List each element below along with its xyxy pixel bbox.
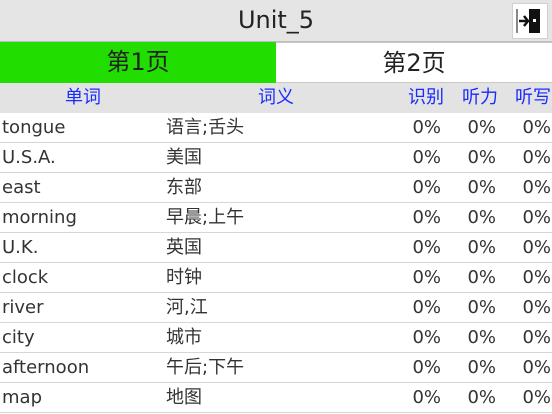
exit-button[interactable] [512,3,548,39]
table-row[interactable]: U.K. 英国 0% 0% 0% [0,233,552,263]
table-row[interactable]: clock 时钟 0% 0% 0% [0,263,552,293]
table-header: 单词 词义 识别 听力 听写 [0,83,552,113]
header-word[interactable]: 单词 [0,83,166,113]
word-cell: U.S.A. [2,147,56,168]
recognize-cell: 0% [412,357,441,378]
dictation-cell: 0% [522,207,551,228]
meaning-cell: 时钟 [166,267,202,288]
recognize-cell: 0% [412,117,441,138]
dictation-cell: 0% [522,237,551,258]
listen-cell: 0% [467,147,496,168]
recognize-cell: 0% [412,387,441,408]
word-cell: east [2,177,41,198]
listen-cell: 0% [467,357,496,378]
word-cell: clock [2,267,49,288]
table-row[interactable]: map 地图 0% 0% 0% [0,383,552,413]
recognize-cell: 0% [412,327,441,348]
recognize-cell: 0% [412,147,441,168]
table-row[interactable]: east 东部 0% 0% 0% [0,173,552,203]
listen-cell: 0% [467,387,496,408]
exit-door-icon [516,9,540,33]
page-tabs: 第1页 第2页 [0,42,552,83]
dictation-cell: 0% [522,117,551,138]
header-recognize[interactable]: 识别 [401,83,451,113]
meaning-cell: 语言;舌头 [166,117,245,138]
dictation-cell: 0% [522,387,551,408]
word-cell: city [2,327,35,348]
meaning-cell: 午后;下午 [166,357,245,378]
dictation-cell: 0% [522,357,551,378]
listen-cell: 0% [467,297,496,318]
dictation-cell: 0% [522,147,551,168]
dictation-cell: 0% [522,267,551,288]
table-row[interactable]: morning 早晨;上午 0% 0% 0% [0,203,552,233]
listen-cell: 0% [467,237,496,258]
word-cell: afternoon [2,357,90,378]
recognize-cell: 0% [412,297,441,318]
table-row[interactable]: tongue 语言;舌头 0% 0% 0% [0,113,552,143]
word-list: tongue 语言;舌头 0% 0% 0% U.S.A. 美国 0% 0% 0%… [0,113,552,413]
word-cell: morning [2,207,77,228]
recognize-cell: 0% [412,237,441,258]
word-cell: tongue [2,117,66,138]
word-cell: U.K. [2,237,39,258]
listen-cell: 0% [467,207,496,228]
recognize-cell: 0% [412,267,441,288]
table-row[interactable]: city 城市 0% 0% 0% [0,323,552,353]
table-row[interactable]: U.S.A. 美国 0% 0% 0% [0,143,552,173]
word-cell: river [2,297,44,318]
recognize-cell: 0% [412,207,441,228]
meaning-cell: 河,江 [166,297,208,318]
table-row[interactable]: afternoon 午后;下午 0% 0% 0% [0,353,552,383]
meaning-cell: 美国 [166,147,202,168]
window-title: Unit_5 [237,6,315,34]
table-row[interactable]: river 河,江 0% 0% 0% [0,293,552,323]
meaning-cell: 英国 [166,237,202,258]
listen-cell: 0% [467,117,496,138]
meaning-cell: 东部 [166,177,202,198]
listen-cell: 0% [467,327,496,348]
dictation-cell: 0% [522,327,551,348]
meaning-cell: 地图 [166,387,202,408]
header-listen[interactable]: 听力 [455,83,505,113]
title-bar: Unit_5 [0,0,552,42]
listen-cell: 0% [467,267,496,288]
header-dictation[interactable]: 听写 [508,83,552,113]
tab-page-2[interactable]: 第2页 [276,42,552,83]
dictation-cell: 0% [522,297,551,318]
meaning-cell: 早晨;上午 [166,207,245,228]
tab-page-1[interactable]: 第1页 [0,42,276,83]
word-cell: map [2,387,42,408]
header-meaning[interactable]: 词义 [166,83,386,113]
dictation-cell: 0% [522,177,551,198]
recognize-cell: 0% [412,177,441,198]
meaning-cell: 城市 [166,327,202,348]
listen-cell: 0% [467,177,496,198]
